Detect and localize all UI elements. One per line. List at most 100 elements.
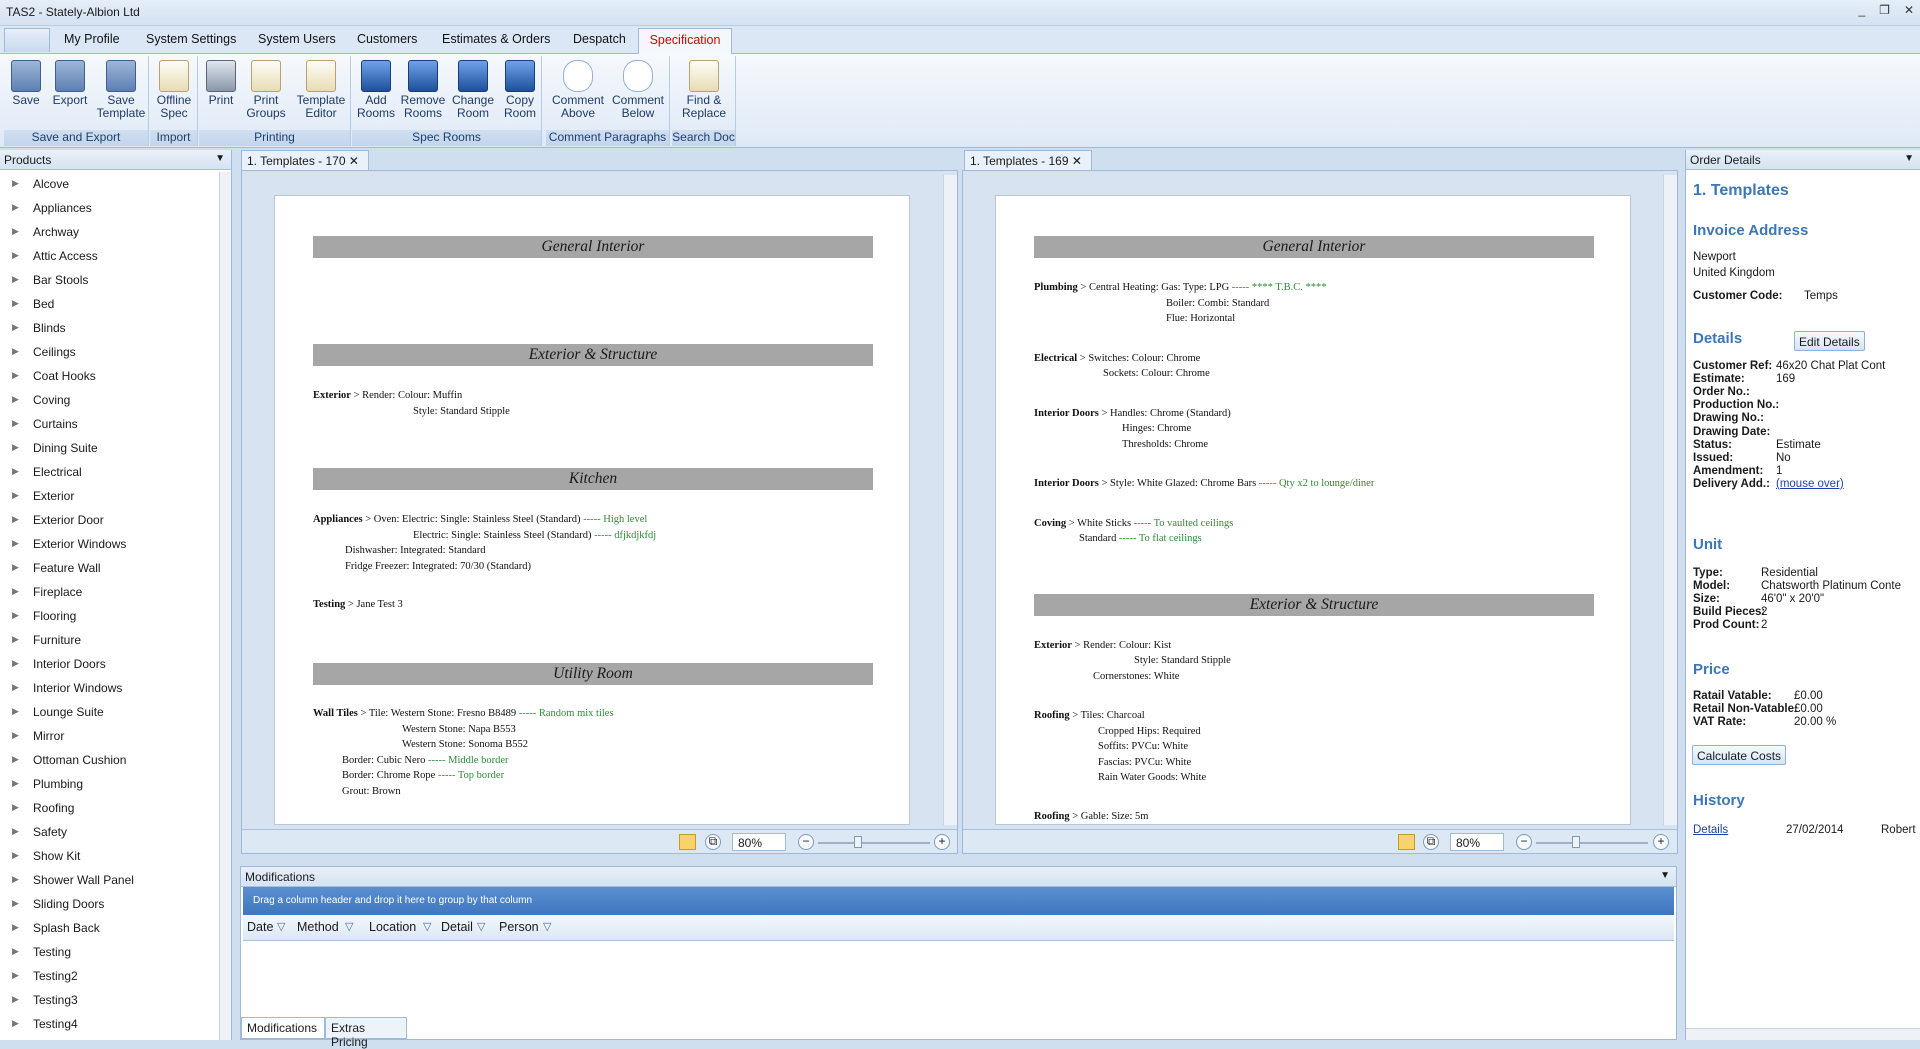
products-scrollbar[interactable] <box>219 172 231 1040</box>
modifications-header[interactable]: Modifications ▼ <box>241 867 1676 887</box>
product-item[interactable]: ▶ Flooring <box>0 604 218 628</box>
product-item[interactable]: ▶ Testing3 <box>0 988 218 1012</box>
doc-tab-169[interactable]: 1. Templates - 169 ✕ <box>964 150 1092 170</box>
doc2-scrollbar[interactable] <box>1663 175 1677 825</box>
edit-details-button[interactable]: Edit Details <box>1794 331 1865 351</box>
col-person[interactable]: Person ▽ <box>499 920 551 934</box>
remove-rooms-button[interactable]: Remove Rooms <box>400 60 446 120</box>
expand-icon[interactable]: ▶ <box>12 658 19 669</box>
expand-icon[interactable]: ▶ <box>12 754 19 765</box>
tab-specification[interactable]: Specification <box>638 28 732 55</box>
expand-icon[interactable]: ▶ <box>12 538 19 549</box>
chevron-down-icon[interactable]: ▼ <box>215 153 225 164</box>
copy-room-button[interactable]: Copy Room <box>500 60 540 120</box>
tab-extras-pricing[interactable]: Extras Pricing <box>325 1017 407 1049</box>
expand-icon[interactable]: ▶ <box>12 202 19 213</box>
page-view-icon[interactable] <box>679 834 696 850</box>
expand-icon[interactable]: ▶ <box>12 994 19 1005</box>
expand-icon[interactable]: ▶ <box>12 298 19 309</box>
product-item[interactable]: ▶ Roofing <box>0 796 218 820</box>
product-item[interactable]: ▶ Alcove <box>0 172 218 196</box>
product-item[interactable]: ▶ Ottoman Cushion <box>0 748 218 772</box>
expand-icon[interactable]: ▶ <box>12 370 19 381</box>
template-editor-button[interactable]: Template Editor <box>293 60 349 120</box>
delivery-address-link[interactable]: (mouse over) <box>1776 478 1844 490</box>
product-item[interactable]: ▶ Exterior <box>0 484 218 508</box>
chevron-down-icon[interactable]: ▼ <box>1660 870 1670 881</box>
product-item[interactable]: ▶ Lounge Suite <box>0 700 218 724</box>
tab-despatch[interactable]: Despatch <box>573 32 626 46</box>
product-item[interactable]: ▶ Exterior Windows <box>0 532 218 556</box>
expand-icon[interactable]: ▶ <box>12 946 19 957</box>
col-detail[interactable]: Detail ▽ <box>441 920 485 934</box>
close-icon[interactable]: ✕ <box>1072 154 1082 168</box>
find-replace-button[interactable]: Find & Replace <box>676 60 732 120</box>
restore-icon[interactable]: ❐ <box>1879 3 1890 17</box>
product-item[interactable]: ▶ Dining Suite <box>0 436 218 460</box>
history-details-link[interactable]: Details <box>1693 824 1728 836</box>
expand-icon[interactable]: ▶ <box>12 562 19 573</box>
save-button[interactable]: Save <box>8 60 44 107</box>
expand-icon[interactable]: ▶ <box>12 274 19 285</box>
product-item[interactable]: ▶ Testing2 <box>0 964 218 988</box>
zoom-slider-thumb[interactable] <box>854 836 862 848</box>
product-item[interactable]: ▶ Attic Access <box>0 244 218 268</box>
comment-above-button[interactable]: Comment Above <box>550 60 606 120</box>
close-icon[interactable]: ✕ <box>1904 3 1914 17</box>
zoom-select[interactable]: 80% <box>732 833 786 851</box>
expand-icon[interactable]: ▶ <box>12 514 19 525</box>
tab-system-settings[interactable]: System Settings <box>146 32 236 46</box>
expand-icon[interactable]: ▶ <box>12 418 19 429</box>
product-item[interactable]: ▶ Furniture <box>0 628 218 652</box>
product-item[interactable]: ▶ Archway <box>0 220 218 244</box>
expand-icon[interactable]: ▶ <box>12 634 19 645</box>
zoom-select[interactable]: 80% <box>1450 833 1504 851</box>
col-date[interactable]: Date ▽ <box>247 920 285 934</box>
tab-estimates-orders[interactable]: Estimates & Orders <box>442 32 550 46</box>
product-item[interactable]: ▶ Interior Windows <box>0 676 218 700</box>
col-method[interactable]: Method ▽ <box>297 920 353 934</box>
expand-icon[interactable]: ▶ <box>12 178 19 189</box>
expand-icon[interactable]: ▶ <box>12 898 19 909</box>
products-header[interactable]: Products ▼ <box>0 150 231 170</box>
zoom-slider[interactable] <box>818 842 930 844</box>
expand-icon[interactable]: ▶ <box>12 490 19 501</box>
expand-icon[interactable]: ▶ <box>12 346 19 357</box>
expand-icon[interactable]: ▶ <box>12 226 19 237</box>
zoom-in-icon[interactable]: + <box>1653 834 1669 850</box>
expand-icon[interactable]: ▶ <box>12 922 19 933</box>
zoom-in-icon[interactable]: + <box>934 834 950 850</box>
product-item[interactable]: ▶ Fireplace <box>0 580 218 604</box>
expand-icon[interactable]: ▶ <box>12 442 19 453</box>
expand-icon[interactable]: ▶ <box>12 682 19 693</box>
zoom-out-icon[interactable]: − <box>798 834 814 850</box>
expand-icon[interactable]: ▶ <box>12 610 19 621</box>
zoom-slider[interactable] <box>1536 842 1648 844</box>
web-view-icon[interactable]: ⧉ <box>1423 834 1439 850</box>
calculate-costs-button[interactable]: Calculate Costs <box>1692 745 1787 765</box>
expand-icon[interactable]: ▶ <box>12 778 19 789</box>
product-item[interactable]: ▶ Feature Wall <box>0 556 218 580</box>
product-item[interactable]: ▶ Exterior Door <box>0 508 218 532</box>
expand-icon[interactable]: ▶ <box>12 586 19 597</box>
tab-my-profile[interactable]: My Profile <box>64 32 120 46</box>
comment-below-button[interactable]: Comment Below <box>610 60 666 120</box>
product-item[interactable]: ▶ Blinds <box>0 316 218 340</box>
expand-icon[interactable]: ▶ <box>12 730 19 741</box>
order-details-header[interactable]: Order Details ▼ <box>1686 150 1920 170</box>
product-item[interactable]: ▶ Splash Back <box>0 916 218 940</box>
product-item[interactable]: ▶ Appliances <box>0 196 218 220</box>
expand-icon[interactable]: ▶ <box>12 466 19 477</box>
close-icon[interactable]: ✕ <box>349 154 359 168</box>
col-location[interactable]: Location ▽ <box>369 920 431 934</box>
product-item[interactable]: ▶ Interior Doors <box>0 652 218 676</box>
product-item[interactable]: ▶ Plumbing <box>0 772 218 796</box>
expand-icon[interactable]: ▶ <box>12 826 19 837</box>
product-item[interactable]: ▶ Sliding Doors <box>0 892 218 916</box>
product-item[interactable]: ▶ Bed <box>0 292 218 316</box>
print-groups-button[interactable]: Print Groups <box>243 60 289 120</box>
product-item[interactable]: ▶ Safety <box>0 820 218 844</box>
product-item[interactable]: ▶ Electrical <box>0 460 218 484</box>
chevron-down-icon[interactable]: ▼ <box>1904 153 1914 164</box>
tab-customers[interactable]: Customers <box>357 32 417 46</box>
